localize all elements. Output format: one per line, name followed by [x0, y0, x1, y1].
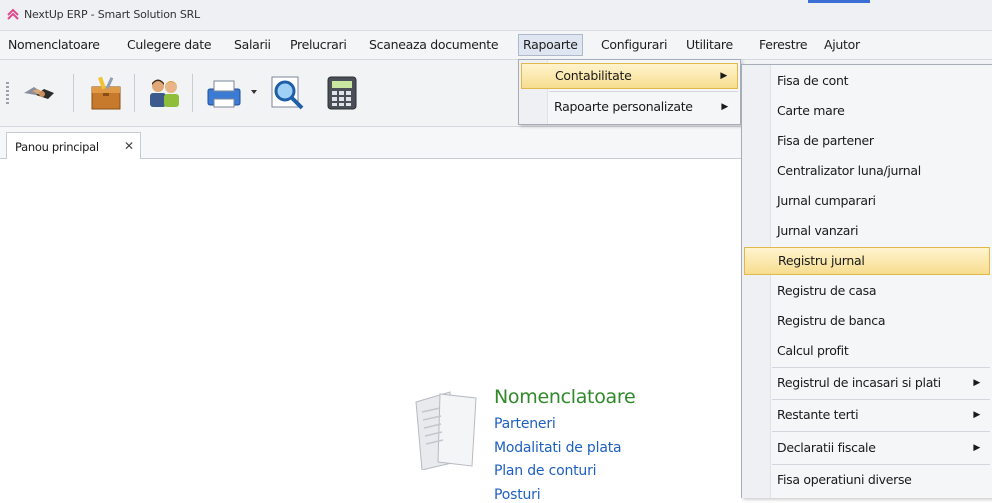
menu-configurari[interactable]: Configurari — [597, 34, 671, 56]
menu-item-label: Registru jurnal — [778, 253, 865, 268]
section-title-nomenclatoare: Nomenclatoare — [494, 386, 636, 408]
menu-item-label: Fisa operatiuni diverse — [777, 472, 912, 487]
menu-item-registrul-incasari-plati[interactable]: Registrul de incasari si plati ▶ — [744, 369, 990, 397]
toolbar-separator — [134, 74, 135, 112]
menu-item-label: Restante terti — [777, 407, 859, 422]
toolbar-separator — [192, 74, 193, 112]
menu-separator — [772, 431, 990, 432]
menu-culegere-date[interactable]: Culegere date — [123, 34, 215, 56]
link-modalitati-de-plata[interactable]: Modalitati de plata — [494, 440, 622, 456]
menu-item-rapoarte-personalizate[interactable]: Rapoarte personalizate ▶ — [521, 94, 738, 120]
menu-item-contabilitate[interactable]: Contabilitate ▶ — [521, 63, 738, 89]
menu-item-label: Carte mare — [777, 103, 845, 118]
printer-icon[interactable] — [204, 73, 244, 113]
menu-item-fisa-de-cont[interactable]: Fisa de cont — [744, 67, 990, 95]
menu-item-label: Fisa de partener — [777, 133, 874, 148]
menu-utilitare[interactable]: Utilitare — [682, 34, 737, 56]
link-posturi[interactable]: Posturi — [494, 487, 541, 503]
menu-item-label: Contabilitate — [555, 68, 632, 83]
menu-rapoarte[interactable]: Rapoarte — [518, 34, 583, 56]
menu-item-label: Centralizator luna/jurnal — [777, 163, 921, 178]
menu-ajutor[interactable]: Ajutor — [820, 34, 864, 56]
calculator-icon[interactable] — [322, 73, 362, 113]
menu-item-declaratii-fiscale[interactable]: Declaratii fiscale ▶ — [744, 434, 990, 462]
menu-scaneaza-documente[interactable]: Scaneaza documente — [365, 34, 502, 56]
menu-item-registru-jurnal[interactable]: Registru jurnal — [744, 247, 990, 275]
menu-item-jurnal-vanzari[interactable]: Jurnal vanzari — [744, 217, 990, 245]
menu-item-restante-terti[interactable]: Restante terti ▶ — [744, 401, 990, 429]
menu-item-label: Fisa de cont — [777, 73, 849, 88]
tab-panou-principal[interactable]: Panou principal ✕ — [6, 132, 141, 159]
menu-nomenclatoare[interactable]: Nomenclatoare — [4, 34, 104, 56]
menu-item-fisa-de-partener[interactable]: Fisa de partener — [744, 127, 990, 155]
title-accent-bar — [808, 0, 870, 3]
app-logo-icon — [7, 8, 19, 20]
submenu-arrow-icon: ▶ — [721, 102, 728, 112]
menu-item-label: Registru de casa — [777, 283, 877, 298]
menu-ferestre[interactable]: Ferestre — [755, 34, 811, 56]
menu-item-label: Jurnal cumparari — [777, 193, 876, 208]
menu-item-label: Calcul profit — [777, 343, 849, 358]
menu-item-label: Registrul de incasari si plati — [777, 375, 941, 390]
contabilitate-submenu: Fisa de cont Carte mare Fisa de partener… — [741, 64, 992, 498]
menu-bar: Nomenclatoare Culegere date Salarii Prel… — [0, 31, 992, 60]
link-parteneri[interactable]: Parteneri — [494, 416, 556, 432]
menu-item-centralizator[interactable]: Centralizator luna/jurnal — [744, 157, 990, 185]
menu-item-label: Registru de banca — [777, 313, 886, 328]
rapoarte-dropdown: Contabilitate ▶ Rapoarte personalizate ▶ — [518, 59, 741, 125]
tab-label: Panou principal — [15, 140, 99, 154]
menu-separator — [549, 91, 738, 92]
menu-separator — [772, 464, 990, 465]
menu-item-label: Rapoarte personalizate — [554, 99, 693, 114]
users-icon[interactable] — [144, 73, 184, 113]
submenu-arrow-icon: ▶ — [973, 378, 980, 388]
menu-item-label: Jurnal vanzari — [777, 223, 859, 238]
submenu-arrow-icon: ▶ — [973, 443, 980, 453]
menu-item-registru-de-casa[interactable]: Registru de casa — [744, 277, 990, 305]
link-plan-de-conturi[interactable]: Plan de conturi — [494, 463, 597, 479]
handshake-icon[interactable] — [20, 73, 60, 113]
toolbar-grip[interactable] — [6, 82, 9, 104]
menu-salarii[interactable]: Salarii — [230, 34, 275, 56]
menu-item-calcul-profit[interactable]: Calcul profit — [744, 337, 990, 365]
menu-item-fisa-operatiuni-diverse[interactable]: Fisa operatiuni diverse — [744, 466, 990, 494]
documents-icon — [415, 391, 477, 470]
menu-item-jurnal-cumparari[interactable]: Jurnal cumparari — [744, 187, 990, 215]
title-bar: NextUp ERP - Smart Solution SRL — [0, 0, 992, 31]
submenu-arrow-icon: ▶ — [973, 410, 980, 420]
menu-item-label: Declaratii fiscale — [777, 440, 876, 455]
close-icon[interactable]: ✕ — [124, 139, 134, 153]
chevron-down-icon[interactable] — [250, 88, 258, 96]
box-tools-icon[interactable] — [86, 73, 126, 113]
search-preview-icon[interactable] — [268, 73, 308, 113]
toolbar-separator — [73, 74, 74, 112]
menu-item-registru-de-banca[interactable]: Registru de banca — [744, 307, 990, 335]
menu-separator — [772, 399, 990, 400]
menu-item-carte-mare[interactable]: Carte mare — [744, 97, 990, 125]
menu-prelucrari[interactable]: Prelucrari — [286, 34, 351, 56]
window-title: NextUp ERP - Smart Solution SRL — [24, 8, 200, 21]
submenu-arrow-icon: ▶ — [720, 71, 727, 81]
menu-separator — [772, 367, 990, 368]
